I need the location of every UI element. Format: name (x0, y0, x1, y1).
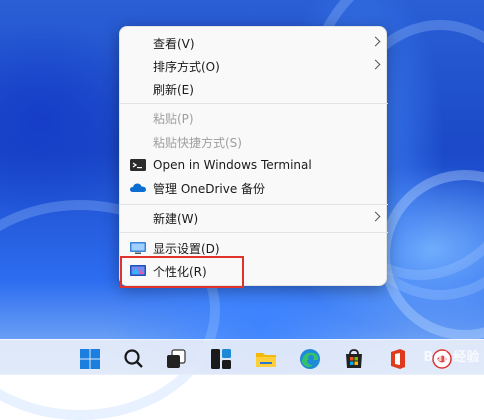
menu-item-label: 管理 OneDrive 备份 (153, 181, 266, 196)
menu-item-label: 查看(V) (153, 36, 195, 51)
menu-item-paste-shortcut[interactable]: 粘贴快捷方式(S) (120, 131, 388, 153)
menu-item-view[interactable]: 查看(V) (120, 32, 388, 54)
onedrive-cloud-icon (129, 180, 147, 196)
start-windows-icon[interactable] (78, 347, 102, 371)
desktop-context-menu: 查看(V) 排序方式(O) 刷新(E) 粘贴(P) 粘贴快捷方式(S) Open… (119, 26, 388, 286)
edge-browser-icon[interactable] (298, 347, 322, 371)
office-icon[interactable] (386, 347, 410, 371)
menu-item-paste[interactable]: 粘贴(P) (120, 107, 388, 129)
menu-item-open-terminal[interactable]: Open in Windows Terminal (120, 154, 388, 176)
highlight-box (120, 256, 244, 288)
watermark: Bai 经验 (423, 350, 480, 365)
taskbar (0, 339, 484, 375)
menu-item-sort-by[interactable]: 排序方式(O) (120, 55, 388, 77)
menu-item-label: 排序方式(O) (153, 59, 220, 74)
file-explorer-icon[interactable] (254, 347, 278, 371)
search-icon[interactable] (122, 347, 146, 371)
menu-item-new[interactable]: 新建(W) (120, 207, 388, 229)
chevron-right-icon (370, 59, 381, 70)
menu-item-label: 粘贴快捷方式(S) (153, 135, 242, 150)
menu-item-label: 新建(W) (153, 211, 199, 226)
display-settings-icon (129, 240, 147, 256)
menu-separator (120, 204, 388, 205)
menu-item-label: Open in Windows Terminal (153, 158, 312, 172)
menu-item-label: 刷新(E) (153, 82, 194, 97)
chevron-right-icon (370, 211, 381, 222)
menu-item-label: 粘贴(P) (153, 111, 194, 126)
menu-item-onedrive-backup[interactable]: 管理 OneDrive 备份 (120, 177, 388, 199)
microsoft-store-icon[interactable] (342, 347, 366, 371)
terminal-icon (129, 157, 147, 173)
widgets-icon[interactable] (209, 347, 233, 371)
menu-separator (120, 103, 388, 104)
menu-item-label: 显示设置(D) (153, 241, 220, 256)
menu-item-refresh[interactable]: 刷新(E) (120, 78, 388, 100)
task-view-icon[interactable] (164, 347, 188, 371)
menu-separator (120, 232, 388, 233)
chevron-right-icon (370, 36, 381, 47)
